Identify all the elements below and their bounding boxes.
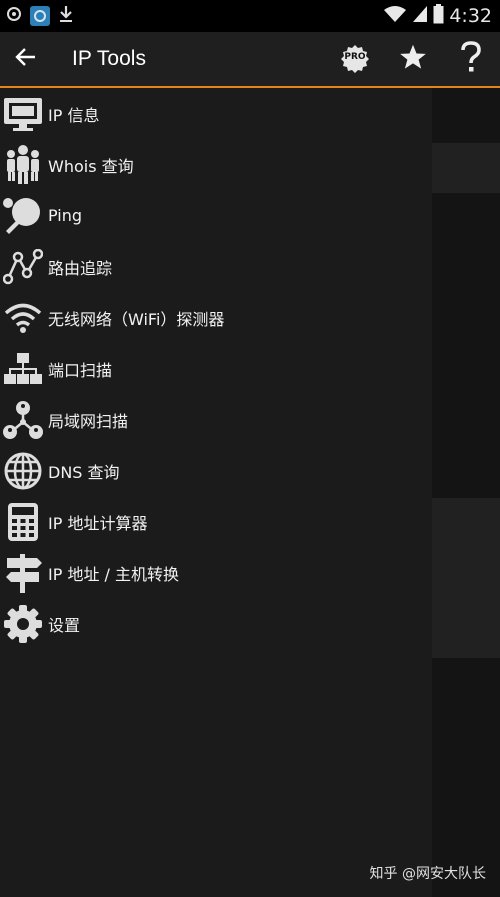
pro-icon: PRO: [340, 44, 370, 74]
app-bar: IP Tools PRO: [0, 32, 500, 88]
drawer-item-settings[interactable]: 设置: [0, 598, 432, 649]
drawer-item-label: 设置: [48, 615, 81, 635]
signal-icon: [412, 5, 428, 27]
wifi-icon: [0, 295, 46, 341]
wifi-icon: [383, 5, 407, 27]
people-icon: [0, 142, 46, 188]
pro-button[interactable]: PRO: [326, 32, 384, 86]
drawer-item-ping[interactable]: Ping: [0, 190, 432, 241]
monitor-icon: [0, 91, 46, 137]
drawer-item-label: IP 地址计算器: [48, 513, 148, 533]
drawer-item-label: 路由追踪: [48, 258, 113, 278]
calculator-icon: [0, 499, 46, 545]
drawer-item-label: Ping: [48, 206, 83, 225]
drawer-item-label: IP 地址 / 主机转换: [48, 564, 180, 584]
watermark-text: 知乎 @网安大队长: [369, 866, 486, 882]
drawer-item-wifi-scanner[interactable]: 无线网络（WiFi）探测器: [0, 292, 432, 343]
ping-pong-icon: [0, 193, 46, 239]
drawer-item-ip-calculator[interactable]: IP 地址计算器: [0, 496, 432, 547]
drawer-item-ip-host-convert[interactable]: IP 地址 / 主机转换: [0, 547, 432, 598]
page-title: IP Tools: [72, 47, 146, 70]
drawer-item-port-scan[interactable]: 端口扫描: [0, 343, 432, 394]
drawer-item-label: 无线网络（WiFi）探测器: [48, 309, 225, 329]
status-bar: 4:32: [0, 0, 500, 32]
drawer-item-ip-info[interactable]: IP 信息: [0, 88, 432, 139]
drawer-item-label: 局域网扫描: [48, 411, 129, 431]
drawer-item-traceroute[interactable]: 路由追踪: [0, 241, 432, 292]
clock-time: 4:32: [449, 5, 492, 27]
pro-badge-label: PRO: [344, 52, 366, 62]
route-graph-icon: [0, 244, 46, 290]
drawer-item-whois[interactable]: Whois 查询: [0, 139, 432, 190]
back-arrow-icon: [15, 46, 37, 72]
back-button[interactable]: [0, 32, 52, 86]
content-panel: [432, 498, 500, 658]
battery-icon: [433, 4, 444, 28]
navigation-drawer: IP 信息 Whois 查询 Ping 路由追踪 无线网络（WiFi）探测器 端…: [0, 88, 432, 897]
drawer-item-label: IP 信息: [48, 105, 100, 125]
drawer-item-dns-lookup[interactable]: DNS 查询: [0, 445, 432, 496]
favorite-button[interactable]: [384, 32, 442, 86]
network-tree-icon: [0, 346, 46, 392]
gear-icon: [0, 601, 46, 647]
star-icon: [399, 43, 427, 75]
settings-gear-icon: [6, 6, 22, 26]
drawer-item-lan-scan[interactable]: 局域网扫描: [0, 394, 432, 445]
content-card: [432, 143, 500, 193]
drawer-item-label: DNS 查询: [48, 462, 120, 482]
globe-icon: [0, 448, 46, 494]
help-icon: [460, 41, 482, 77]
drawer-item-label: Whois 查询: [48, 156, 134, 176]
lan-nodes-icon: [0, 397, 46, 443]
drawer-item-label: 端口扫描: [48, 360, 113, 380]
main-content-background: [432, 88, 500, 897]
help-button[interactable]: [442, 32, 500, 86]
app-thumbnail-icon: [30, 6, 50, 26]
download-icon: [58, 5, 74, 27]
signpost-icon: [0, 550, 46, 596]
